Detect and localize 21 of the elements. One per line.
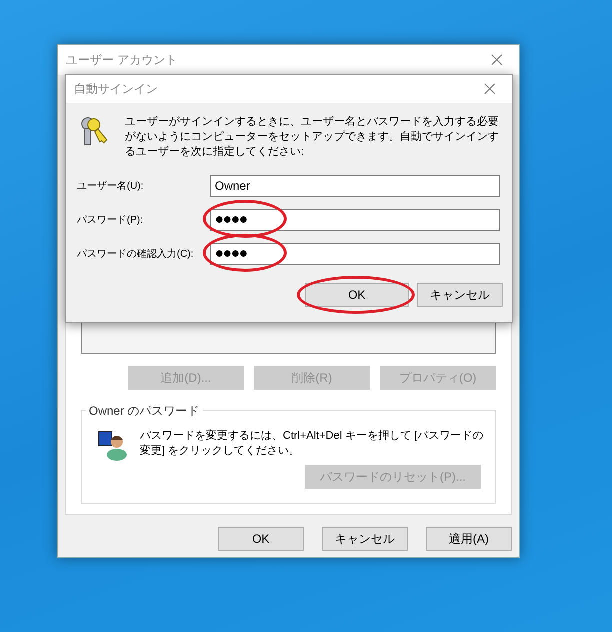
close-icon (491, 54, 503, 66)
password-field[interactable]: ●●●● (210, 243, 500, 265)
window-title: ユーザー アカウント (66, 52, 178, 69)
field-value: Owner (215, 178, 250, 195)
dialog-button[interactable]: キャンセル (322, 527, 408, 551)
dialog-description: ユーザーがサインインするときに、ユーザー名とパスワードを入力する必要がないようにコンピューターをセットアップできます。自動でサインインするユーザーを次に指定してください: (125, 115, 500, 160)
dialog-title: 自動サインイン (74, 81, 158, 98)
field-value: ●●●● (215, 210, 248, 230)
dialog-button[interactable]: OK (218, 527, 304, 551)
username-field[interactable]: Owner (210, 175, 500, 197)
field-value: ●●●● (215, 244, 248, 264)
dialog-button[interactable]: 適用(A) (426, 527, 512, 551)
user-monitor-icon (98, 429, 128, 461)
field-label: ユーザー名(U): (77, 180, 145, 194)
password-hint: パスワードを変更するには、Ctrl+Alt+Del キーを押して [パスワードの変更] をクリックしてください。 (140, 429, 484, 459)
field-label: パスワード(P): (77, 214, 144, 228)
field-label: パスワードの確認入力(C): (77, 248, 195, 262)
dialog-button[interactable]: OK (305, 283, 409, 307)
close-icon (484, 83, 496, 95)
dialog-button[interactable]: キャンセル (417, 283, 503, 307)
password-field[interactable]: ●●●● (210, 209, 500, 231)
